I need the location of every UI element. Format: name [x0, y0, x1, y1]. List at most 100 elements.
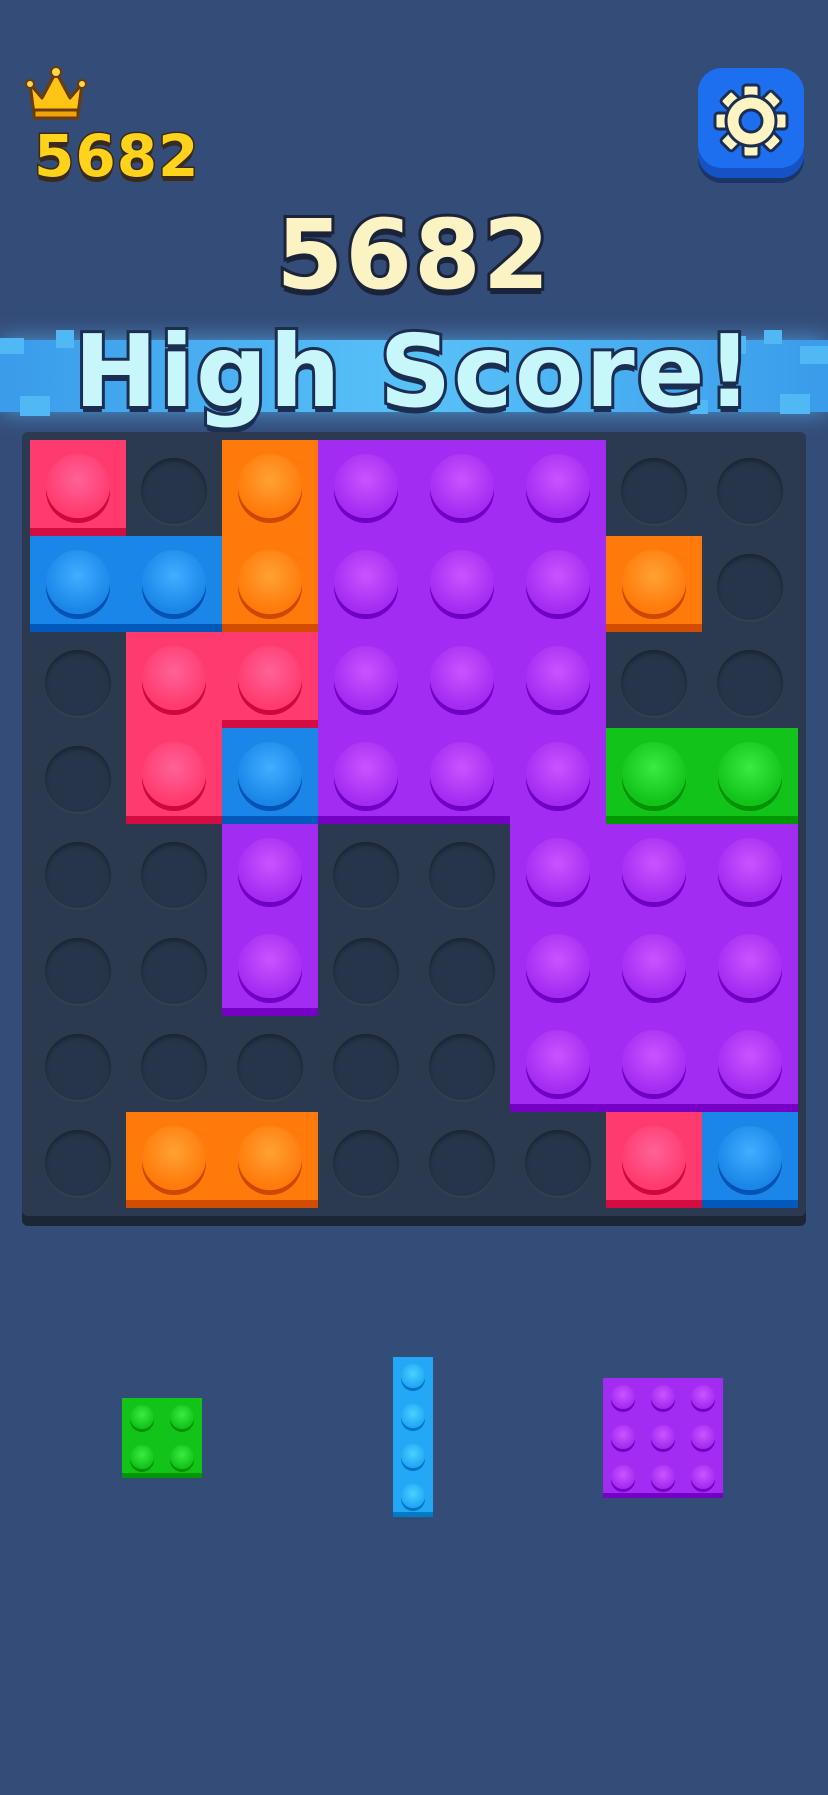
empty-cell[interactable] — [45, 842, 111, 908]
purple-block — [606, 1016, 702, 1112]
stud — [718, 742, 782, 806]
purple-block — [318, 536, 414, 632]
stud — [238, 838, 302, 902]
stud — [46, 550, 110, 614]
empty-cell[interactable] — [141, 938, 207, 1004]
stud — [401, 1444, 425, 1468]
purple-block — [702, 824, 798, 920]
stud — [611, 1425, 635, 1449]
current-score: 5682 — [273, 197, 552, 313]
empty-cell[interactable] — [333, 938, 399, 1004]
stud — [526, 454, 590, 518]
empty-cell[interactable] — [333, 1130, 399, 1196]
stud — [611, 1465, 635, 1489]
green-square-piece[interactable] — [122, 1398, 202, 1478]
stud — [718, 1126, 782, 1190]
purple-square-piece[interactable] — [603, 1378, 723, 1498]
blue-block — [702, 1112, 798, 1208]
empty-cell[interactable] — [141, 458, 207, 524]
purple-block — [222, 920, 318, 1016]
cyan-bar-piece[interactable] — [393, 1357, 433, 1517]
stud — [142, 646, 206, 710]
empty-cell[interactable] — [717, 458, 783, 524]
stud — [130, 1405, 154, 1429]
purple-block — [510, 536, 606, 632]
blue-block — [126, 536, 222, 632]
empty-cell[interactable] — [141, 1034, 207, 1100]
empty-cell[interactable] — [621, 458, 687, 524]
purple-block — [222, 824, 318, 920]
green-block — [606, 728, 702, 824]
empty-cell[interactable] — [333, 1034, 399, 1100]
game-board[interactable] — [22, 432, 806, 1216]
orange-block — [222, 440, 318, 536]
stud — [334, 454, 398, 518]
stud — [238, 742, 302, 806]
stud — [430, 454, 494, 518]
stud — [46, 454, 110, 518]
gear-icon — [712, 82, 790, 164]
empty-cell[interactable] — [717, 650, 783, 716]
stud — [238, 550, 302, 614]
stud — [142, 1126, 206, 1190]
purple-block — [414, 440, 510, 536]
pink-block — [222, 632, 318, 728]
best-score-value: 5682 — [32, 122, 200, 190]
empty-cell[interactable] — [45, 650, 111, 716]
empty-cell[interactable] — [429, 1130, 495, 1196]
stud — [622, 1030, 686, 1094]
stud — [334, 646, 398, 710]
stud — [718, 838, 782, 902]
purple-block — [510, 440, 606, 536]
stud — [238, 454, 302, 518]
pink-block — [126, 632, 222, 728]
green-block — [702, 728, 798, 824]
purple-block — [606, 920, 702, 1016]
orange-block — [222, 536, 318, 632]
stud — [622, 1126, 686, 1190]
stud — [401, 1364, 425, 1388]
empty-cell[interactable] — [621, 650, 687, 716]
orange-block — [222, 1112, 318, 1208]
empty-cell[interactable] — [333, 842, 399, 908]
purple-block — [510, 824, 606, 920]
purple-block — [606, 824, 702, 920]
purple-block — [510, 920, 606, 1016]
stud — [238, 1126, 302, 1190]
stud — [238, 646, 302, 710]
purple-block — [510, 728, 606, 824]
pink-block — [30, 440, 126, 536]
empty-cell[interactable] — [429, 842, 495, 908]
stud — [691, 1465, 715, 1489]
orange-block — [126, 1112, 222, 1208]
stud — [401, 1484, 425, 1508]
purple-block — [414, 728, 510, 824]
blue-block — [222, 728, 318, 824]
settings-button[interactable] — [698, 68, 804, 178]
stud — [170, 1445, 194, 1469]
empty-cell[interactable] — [525, 1130, 591, 1196]
empty-cell[interactable] — [429, 938, 495, 1004]
empty-cell[interactable] — [45, 1130, 111, 1196]
stud — [334, 742, 398, 806]
purple-block — [702, 920, 798, 1016]
empty-cell[interactable] — [45, 1034, 111, 1100]
stud — [622, 550, 686, 614]
empty-cell[interactable] — [429, 1034, 495, 1100]
stud — [651, 1465, 675, 1489]
empty-cell[interactable] — [237, 1034, 303, 1100]
stud — [142, 550, 206, 614]
pink-block — [126, 728, 222, 824]
empty-cell[interactable] — [141, 842, 207, 908]
stud — [526, 1030, 590, 1094]
stud — [651, 1425, 675, 1449]
empty-cell[interactable] — [717, 554, 783, 620]
stud — [651, 1385, 675, 1409]
stud — [334, 550, 398, 614]
empty-cell[interactable] — [45, 938, 111, 1004]
purple-block — [702, 1016, 798, 1112]
stud — [142, 742, 206, 806]
purple-block — [510, 1016, 606, 1112]
empty-cell[interactable] — [45, 746, 111, 812]
stud — [718, 1030, 782, 1094]
